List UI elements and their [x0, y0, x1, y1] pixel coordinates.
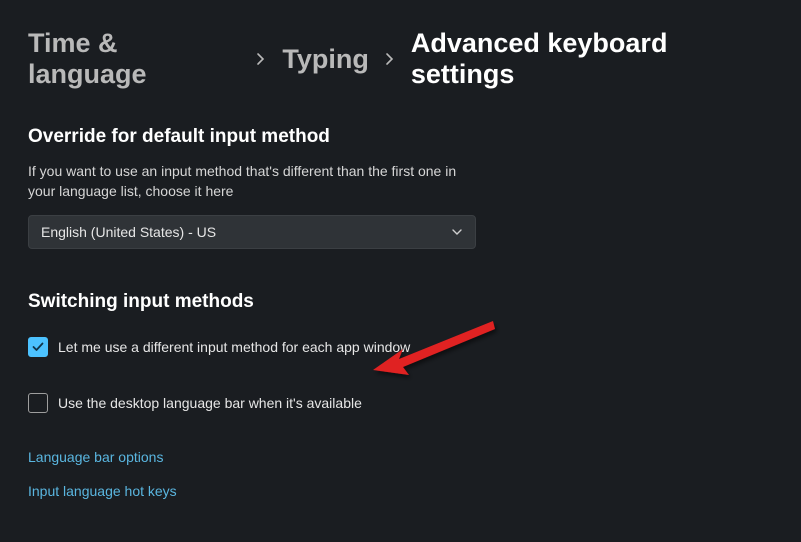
chevron-right-icon — [385, 52, 395, 66]
breadcrumb-current: Advanced keyboard settings — [411, 28, 773, 90]
breadcrumb-typing[interactable]: Typing — [282, 44, 368, 75]
checkbox-label: Use the desktop language bar when it's a… — [58, 395, 362, 411]
breadcrumb-time-language[interactable]: Time & language — [28, 28, 240, 90]
checkbox-row-per-app: Let me use a different input method for … — [28, 337, 773, 357]
checkbox-label: Let me use a different input method for … — [58, 339, 410, 355]
section-title-switching: Switching input methods — [28, 291, 773, 313]
chevron-right-icon — [256, 52, 266, 66]
section-title-override: Override for default input method — [28, 126, 773, 148]
dropdown-value: English (United States) - US — [41, 224, 216, 240]
checkbox-row-language-bar: Use the desktop language bar when it's a… — [28, 393, 773, 413]
checkbox-desktop-language-bar[interactable] — [28, 393, 48, 413]
breadcrumb: Time & language Typing Advanced keyboard… — [28, 28, 773, 90]
link-language-bar-options[interactable]: Language bar options — [28, 449, 773, 465]
checkbox-per-app-input[interactable] — [28, 337, 48, 357]
chevron-down-icon — [451, 228, 463, 236]
input-method-dropdown[interactable]: English (United States) - US — [28, 215, 476, 249]
section-description: If you want to use an input method that'… — [28, 162, 478, 201]
link-input-language-hotkeys[interactable]: Input language hot keys — [28, 483, 773, 499]
